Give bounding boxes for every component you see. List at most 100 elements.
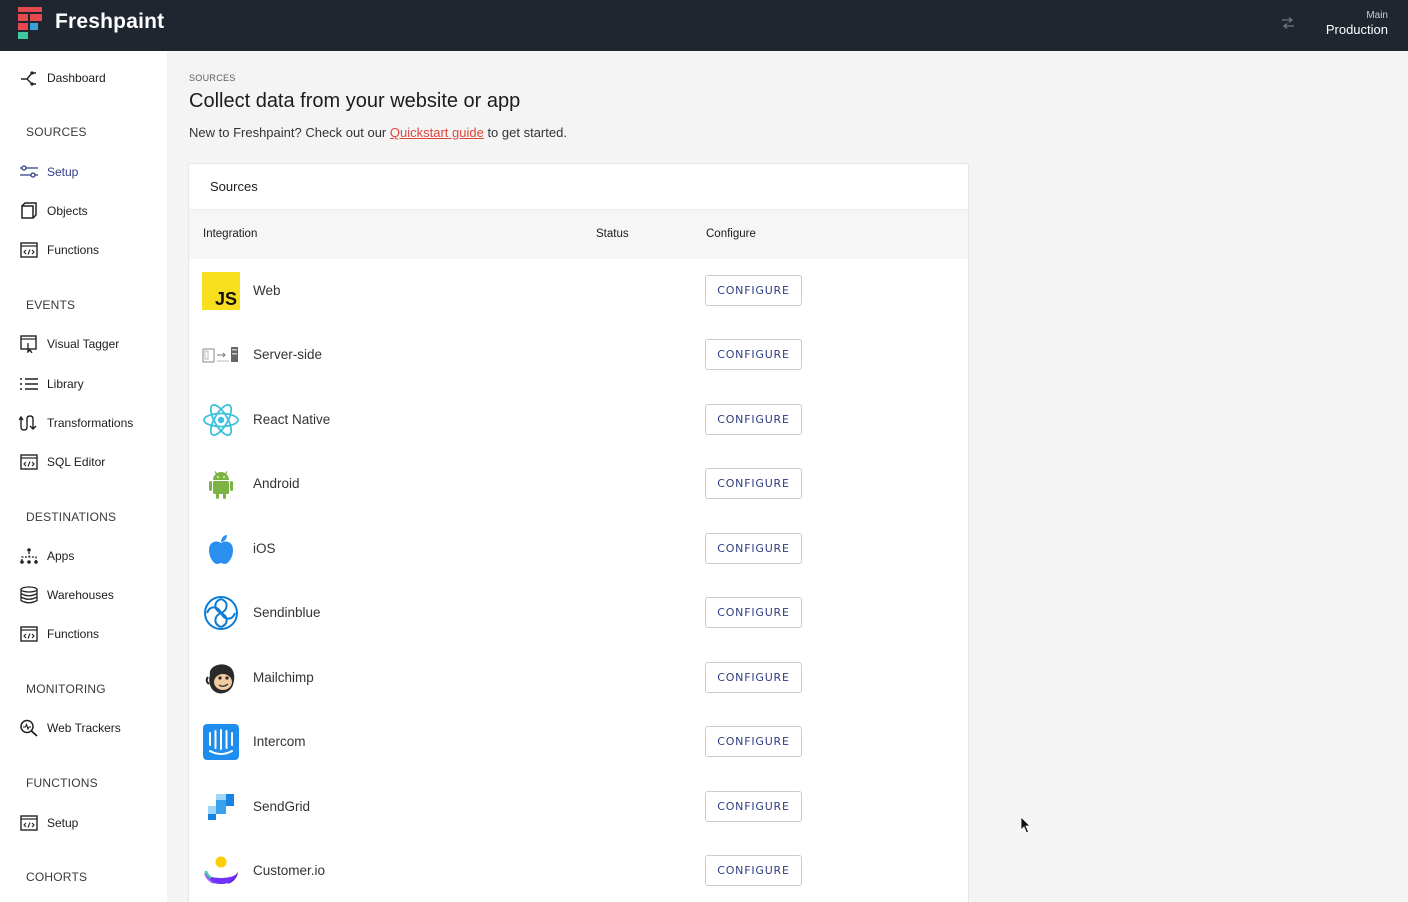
environment-selector[interactable]: Production xyxy=(1326,22,1388,37)
sidebar-item-destination-functions[interactable]: Functions xyxy=(19,623,99,645)
configure-button[interactable]: CONFIGURE xyxy=(705,597,802,628)
svg-text:JS: JS xyxy=(215,289,237,309)
table-row: Customer.io CONFIGURE xyxy=(189,839,968,902)
integration-name: Android xyxy=(253,476,300,491)
page-eyebrow: SOURCES xyxy=(189,73,236,83)
mailchimp-icon xyxy=(205,664,235,694)
sidebar-item-label: Setup xyxy=(47,816,79,830)
tracker-search-icon xyxy=(20,719,38,737)
sidebar-section-sources: SOURCES xyxy=(26,125,87,139)
page-title: Collect data from your website or app xyxy=(189,90,521,112)
configure-button[interactable]: CONFIGURE xyxy=(705,468,802,499)
sidebar-item-dashboard[interactable]: Dashboard xyxy=(19,67,106,89)
page-intro: New to Freshpaint? Check out our Quickst… xyxy=(189,125,567,140)
database-icon xyxy=(20,586,38,604)
sources-card: Sources Integration Status Configure JS … xyxy=(188,163,969,902)
integration-name: iOS xyxy=(253,541,276,556)
configure-button[interactable]: CONFIGURE xyxy=(705,791,802,822)
dashboard-icon xyxy=(21,71,36,86)
sidebar-item-apps[interactable]: Apps xyxy=(19,545,74,567)
table-row: Mailchimp CONFIGURE xyxy=(189,646,968,710)
code-icon xyxy=(20,626,38,642)
sendgrid-icon xyxy=(208,794,234,820)
code-icon xyxy=(20,454,38,470)
table-header: Integration Status Configure xyxy=(189,209,968,259)
main-content: SOURCES Collect data from your website o… xyxy=(167,51,1408,902)
sidebar: Dashboard SOURCES Setup Objects Function… xyxy=(0,51,167,902)
integration-name: Mailchimp xyxy=(253,670,314,685)
sidebar-item-sql-editor[interactable]: SQL Editor xyxy=(19,451,105,473)
sidebar-item-functions-setup[interactable]: Setup xyxy=(19,812,78,834)
intercom-icon xyxy=(203,724,239,760)
quickstart-guide-link[interactable]: Quickstart guide xyxy=(390,125,484,140)
sidebar-item-label: Dashboard xyxy=(47,71,106,85)
customerio-icon xyxy=(204,856,238,884)
sidebar-item-transformations[interactable]: Transformations xyxy=(19,412,133,434)
sidebar-item-library[interactable]: Library xyxy=(19,373,84,395)
integration-name: Web xyxy=(253,283,281,298)
sidebar-item-warehouses[interactable]: Warehouses xyxy=(19,584,114,606)
column-header-status: Status xyxy=(596,228,629,240)
sidebar-item-visual-tagger[interactable]: Visual Tagger xyxy=(19,333,119,355)
configure-button[interactable]: CONFIGURE xyxy=(705,339,802,370)
integration-name: SendGrid xyxy=(253,799,311,814)
code-icon xyxy=(20,815,38,831)
javascript-icon: JS xyxy=(202,272,240,310)
sidebar-section-events: EVENTS xyxy=(26,298,76,312)
configure-button[interactable]: CONFIGURE xyxy=(705,404,802,435)
top-bar: Freshpaint Main Production xyxy=(0,0,1408,51)
configure-button[interactable]: CONFIGURE xyxy=(705,662,802,693)
environment-label: Main xyxy=(1366,10,1388,21)
card-title: Sources xyxy=(210,179,258,194)
sendinblue-icon xyxy=(204,596,238,630)
freshpaint-logo-icon[interactable] xyxy=(18,7,42,39)
configure-button[interactable]: CONFIGURE xyxy=(705,855,802,886)
sidebar-section-destinations: DESTINATIONS xyxy=(26,510,117,524)
list-icon xyxy=(20,378,38,390)
apps-icon xyxy=(20,548,38,564)
integration-name: Intercom xyxy=(253,734,306,749)
objects-icon xyxy=(21,202,37,219)
react-icon xyxy=(203,404,239,436)
table-row: React Native CONFIGURE xyxy=(189,388,968,452)
sidebar-item-label: Web Trackers xyxy=(47,721,121,735)
android-icon xyxy=(209,471,233,499)
code-icon xyxy=(20,242,38,258)
configure-button[interactable]: CONFIGURE xyxy=(705,726,802,757)
table-row: JS Web CONFIGURE xyxy=(189,259,968,323)
visual-tagger-icon xyxy=(20,335,37,353)
integration-name: React Native xyxy=(253,412,331,427)
table-row: Server-side CONFIGURE xyxy=(189,323,968,387)
sidebar-item-source-functions[interactable]: Functions xyxy=(19,239,99,261)
configure-button[interactable]: CONFIGURE xyxy=(705,533,802,564)
sidebar-item-label: Library xyxy=(47,377,84,391)
setup-icon xyxy=(20,165,38,178)
integration-name: Customer.io xyxy=(253,863,326,878)
apple-icon xyxy=(209,535,233,564)
sidebar-section-cohorts: COHORTS xyxy=(26,870,88,884)
sidebar-item-objects[interactable]: Objects xyxy=(19,200,88,222)
configure-button[interactable]: CONFIGURE xyxy=(705,275,802,306)
sidebar-item-label: Objects xyxy=(47,204,88,218)
sidebar-item-label: Apps xyxy=(47,549,75,563)
sidebar-item-sources-setup[interactable]: Setup xyxy=(19,161,78,183)
brand-name[interactable]: Freshpaint xyxy=(55,10,164,34)
sidebar-item-label: Visual Tagger xyxy=(47,337,120,351)
column-header-integration: Integration xyxy=(203,228,258,240)
sidebar-item-label: SQL Editor xyxy=(47,455,106,469)
intro-text-after: to get started. xyxy=(483,125,567,140)
intro-text-before: New to Freshpaint? Check out our xyxy=(189,125,390,140)
integration-name: Server-side xyxy=(253,347,323,362)
table-row: iOS CONFIGURE xyxy=(189,517,968,581)
server-side-icon xyxy=(202,347,238,363)
sidebar-item-web-trackers[interactable]: Web Trackers xyxy=(19,717,121,739)
mouse-pointer-icon xyxy=(1020,816,1031,834)
sidebar-item-label: Functions xyxy=(47,243,100,257)
table-row: SendGrid CONFIGURE xyxy=(189,775,968,839)
table-row: Android CONFIGURE xyxy=(189,452,968,516)
swap-icon[interactable] xyxy=(1281,17,1295,29)
integration-name: Sendinblue xyxy=(253,605,321,620)
sidebar-item-label: Warehouses xyxy=(47,588,114,602)
sidebar-item-label: Functions xyxy=(47,627,100,641)
sidebar-item-label: Setup xyxy=(47,165,79,179)
